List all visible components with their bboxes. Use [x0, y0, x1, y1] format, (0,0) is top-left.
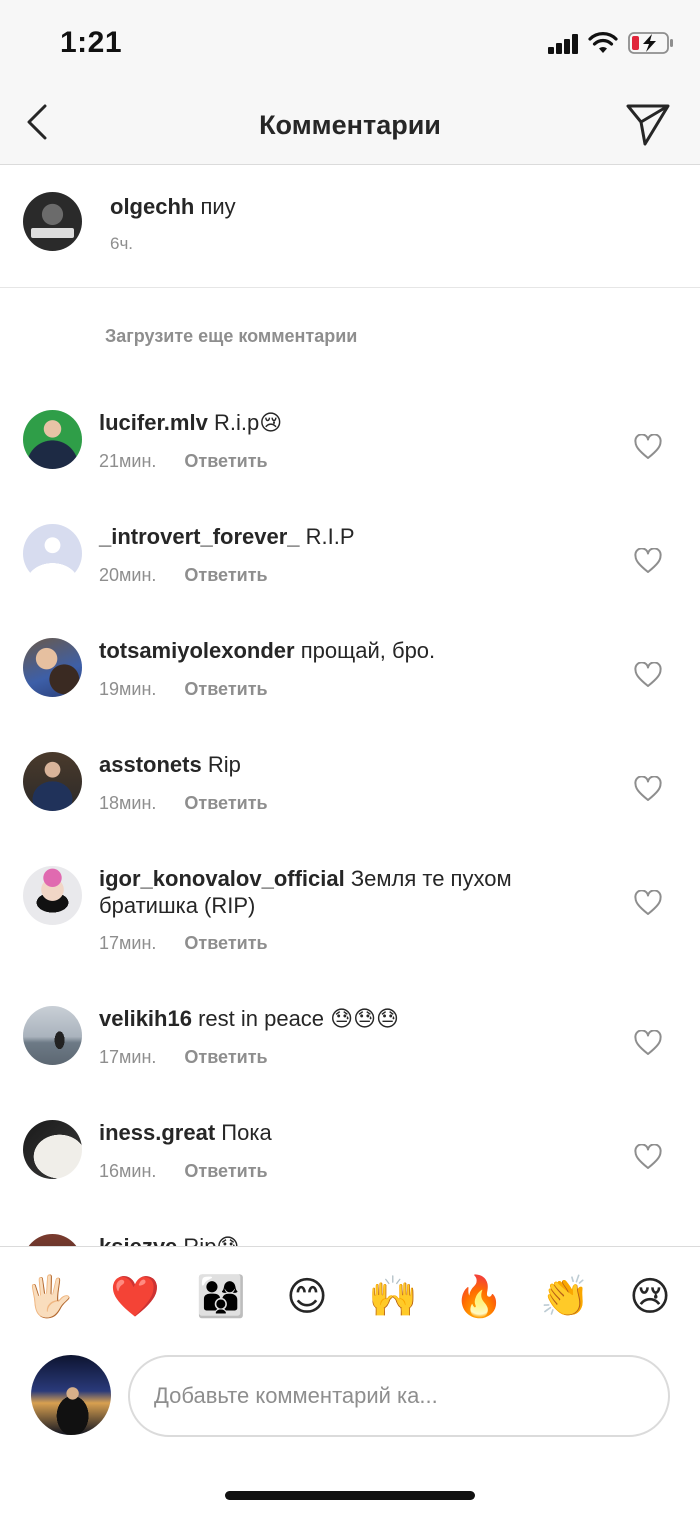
comment-timestamp: 18мин.	[99, 793, 157, 813]
wifi-icon	[588, 32, 618, 53]
comment-avatar[interactable]	[23, 638, 82, 697]
comment-timestamp: 17мин.	[99, 1047, 157, 1067]
heart-outline-icon[interactable]	[634, 890, 662, 916]
load-more-comments-link[interactable]: Загрузите еще комментарии	[105, 326, 357, 347]
comment-avatar[interactable]	[23, 524, 82, 583]
comment-username[interactable]: asstonets	[99, 752, 202, 777]
comment-username[interactable]: ksiezye	[99, 1234, 177, 1246]
red-heart-emoji-button[interactable]: ❤️	[110, 1272, 160, 1322]
comment-item: ksiezye Rip😓	[0, 1219, 700, 1246]
crying-face-emoji-button[interactable]: 😢	[625, 1272, 675, 1322]
comment-item: igor_konovalov_official Земля те пухом б…	[0, 851, 700, 991]
clapping-hands-emoji-button[interactable]: 👏	[540, 1272, 590, 1322]
divider	[0, 1246, 700, 1247]
comment-item: _introvert_forever_ R.I.P 20мин. Ответить	[0, 509, 700, 623]
comment-username[interactable]: totsamiyolexonder	[99, 638, 295, 663]
comment-avatar[interactable]	[23, 752, 82, 811]
comment-avatar[interactable]	[23, 866, 82, 925]
reply-button[interactable]: Ответить	[184, 793, 267, 813]
comment-username[interactable]: lucifer.mlv	[99, 410, 208, 435]
comments-list: lucifer.mlv R.i.p😢 21мин. Ответить _intro…	[0, 395, 700, 1246]
comment-item: lucifer.mlv R.i.p😢 21мин. Ответить	[0, 395, 700, 509]
page-title: Комментарии	[259, 110, 441, 140]
caption-username[interactable]: olgechh	[110, 194, 194, 219]
comment-text: Rip	[207, 752, 241, 777]
status-time: 1:21	[60, 26, 123, 59]
post-caption: olgechh пиу 6ч.	[0, 166, 700, 288]
comment-avatar[interactable]	[23, 1120, 82, 1179]
comment-text: Пока	[221, 1120, 272, 1145]
comment-timestamp: 16мин.	[99, 1161, 157, 1181]
comment-username[interactable]: igor_konovalov_official	[99, 866, 345, 891]
heart-outline-icon[interactable]	[634, 776, 662, 802]
heart-outline-icon[interactable]	[634, 662, 662, 688]
battery-low-charging-icon	[628, 32, 673, 54]
comment-item: totsamiyolexonder прощай, бро. 19мин. Отв…	[0, 623, 700, 737]
home-indicator[interactable]	[225, 1491, 475, 1500]
reply-button[interactable]: Ответить	[184, 565, 267, 585]
comment-timestamp: 21мин.	[99, 451, 157, 471]
comment-avatar[interactable]	[23, 410, 82, 469]
comment-text: прощай, бро.	[300, 638, 436, 663]
heart-outline-icon[interactable]	[634, 434, 662, 460]
comment-timestamp: 20мин.	[99, 565, 157, 585]
comment-timestamp: 17мин.	[99, 933, 157, 953]
comment-item: iness.great Пока 16мин. Ответить	[0, 1105, 700, 1219]
comment-text: R.i.p😢	[213, 410, 283, 435]
comment-timestamp: 19мин.	[99, 679, 157, 699]
header-bar: Комментарии	[0, 88, 700, 165]
emoji-quick-bar: 🖐🏻 ❤️ 👨‍👩‍👦 😊 🙌 🔥 👏 😢	[0, 1260, 700, 1340]
reply-button[interactable]: Ответить	[184, 933, 267, 953]
status-bar: 1:21	[0, 0, 700, 88]
caption-text: пиу	[200, 194, 236, 219]
comment-username[interactable]: iness.great	[99, 1120, 215, 1145]
signal-strength-icon	[548, 34, 580, 54]
comment-item: asstonets Rip 18мин. Ответить	[0, 737, 700, 851]
family-emoji-button[interactable]: 👨‍👩‍👦	[196, 1272, 246, 1322]
paper-plane-icon[interactable]	[622, 98, 672, 148]
raising-hands-emoji-button[interactable]: 🙌	[368, 1272, 418, 1322]
reply-button[interactable]: Ответить	[184, 679, 267, 699]
reply-button[interactable]: Ответить	[184, 1161, 267, 1181]
raised-hand-emoji-button[interactable]: 🖐🏻	[24, 1272, 74, 1322]
comment-text: Rip😓	[183, 1234, 239, 1246]
comment-item: velikih16 rest in peace 😓😓😓 17мин. Ответи…	[0, 991, 700, 1105]
heart-outline-icon[interactable]	[634, 548, 662, 574]
comment-avatar[interactable]	[23, 1006, 82, 1065]
comment-text: rest in peace 😓😓😓	[198, 1006, 399, 1031]
comment-input[interactable]	[128, 1355, 670, 1437]
fire-emoji-button[interactable]: 🔥	[454, 1272, 504, 1322]
smiling-face-emoji-button[interactable]: 😊	[282, 1272, 332, 1322]
comment-username[interactable]: velikih16	[99, 1006, 192, 1031]
heart-outline-icon[interactable]	[634, 1144, 662, 1170]
comment-username[interactable]: _introvert_forever_	[99, 524, 300, 549]
reply-button[interactable]: Ответить	[184, 451, 267, 471]
current-user-avatar[interactable]	[31, 1355, 111, 1435]
comment-text: R.I.P	[305, 524, 355, 549]
heart-outline-icon[interactable]	[634, 1030, 662, 1056]
caption-timestamp: 6ч.	[110, 234, 134, 253]
caption-avatar[interactable]	[23, 192, 82, 251]
reply-button[interactable]: Ответить	[184, 1047, 267, 1067]
comment-avatar[interactable]	[23, 1234, 82, 1246]
